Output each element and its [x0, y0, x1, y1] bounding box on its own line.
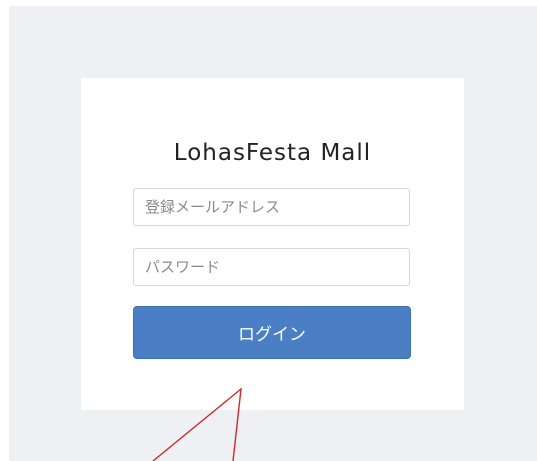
red-arrow-annotation-icon: [152, 387, 242, 461]
